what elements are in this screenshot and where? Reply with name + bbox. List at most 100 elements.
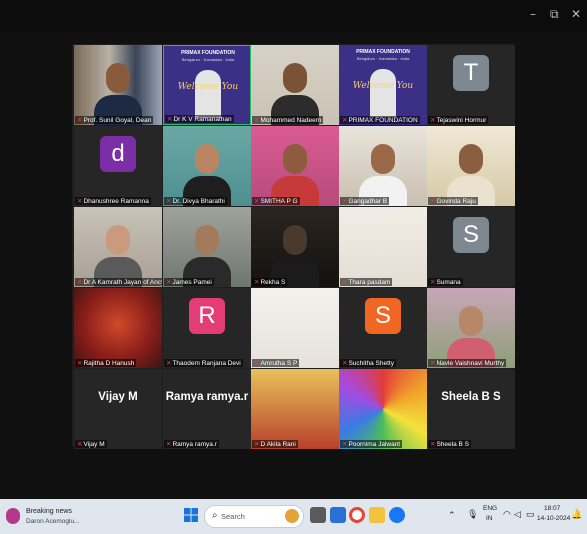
participant-tile[interactable]: ✕Dr A Kamrath Jayan of Ancy: [74, 207, 162, 287]
participant-tile[interactable]: Sheela B S ✕Sheela B S: [427, 369, 515, 449]
muted-mic-icon: ✕: [77, 198, 83, 205]
participant-name: Mohammed Nadeem: [260, 117, 322, 124]
muted-mic-icon: ✕: [342, 360, 348, 367]
participant-tile[interactable]: S ✕Sumana: [427, 207, 515, 287]
participant-name: Gangadhar B: [348, 198, 388, 205]
clock-time[interactable]: 18:07: [544, 505, 560, 512]
person-head: [283, 63, 307, 93]
participant-avatar: S: [365, 298, 401, 334]
participant-tile[interactable]: ✕Amrutha S P: [251, 288, 339, 368]
participant-tile[interactable]: ✕Mohammed Nadeem: [251, 45, 339, 125]
participant-name: Dhanushree Ramanna: [83, 198, 149, 205]
participant-name-label: ✕Suchitha Shetty: [340, 359, 396, 367]
participant-tile[interactable]: ✕Rajitha D Hanush: [74, 288, 162, 368]
participant-tile[interactable]: PRIMAX FOUNDATION Bengaluru · Karnataka ·…: [339, 45, 427, 125]
banner-welcome: Welcome You: [352, 81, 414, 91]
participant-name: SMITHA P G: [260, 198, 298, 205]
muted-mic-icon: ✕: [342, 441, 348, 448]
start-icon[interactable]: [184, 508, 198, 522]
banner-org: PRIMAX FOUNDATION: [181, 50, 235, 56]
battery-icon[interactable]: ▭: [526, 509, 535, 520]
participant-name-label: ✕Amrutha S P: [252, 359, 300, 367]
participant-tile[interactable]: ✕Prof. Sunil Goyal, Dean: [74, 45, 162, 125]
participant-tile[interactable]: ✕James Pamei: [163, 207, 251, 287]
participant-tile[interactable]: ✕Gangadhar B: [339, 126, 427, 206]
participant-name: PRIMAX FOUNDATION: [348, 117, 418, 124]
muted-mic-icon: ✕: [166, 279, 172, 286]
participant-tile[interactable]: d ✕Dhanushree Ramanna: [74, 126, 162, 206]
participant-tile[interactable]: S ✕Suchitha Shetty: [339, 288, 427, 368]
person-head: [459, 144, 483, 174]
participant-tile[interactable]: T ✕Tejaswini Hormur: [427, 45, 515, 125]
presenter-figure: [195, 70, 221, 118]
participant-video: [163, 207, 251, 287]
welcome-banner: PRIMAX FOUNDATION Bengaluru · Karnataka ·…: [164, 46, 250, 124]
participant-tile[interactable]: ✕Poornima Jalwant: [339, 369, 427, 449]
restore-button[interactable]: ⧉: [550, 7, 559, 22]
chevron-up-icon[interactable]: ⌃: [448, 510, 456, 521]
banner-tagline: Bengaluru · Karnataka · India: [181, 57, 235, 62]
participant-name: Ramya ramya.r: [172, 441, 217, 448]
participant-name-label: ✕Sumana: [428, 278, 463, 286]
person-head: [195, 225, 219, 255]
participant-tile[interactable]: ✕Navle Vaishnavi Murthy: [427, 288, 515, 368]
participant-tile[interactable]: ✕Thara pasdam: [339, 207, 427, 287]
search-input[interactable]: ⌕ Search: [204, 505, 304, 528]
muted-mic-icon: ✕: [430, 360, 436, 367]
participant-avatar: S: [453, 217, 489, 253]
participant-tile[interactable]: Vijay M ✕Vijay M: [74, 369, 162, 449]
participant-tile[interactable]: ✕SMITHA P G: [251, 126, 339, 206]
participant-name: Dr K V Ramanathan: [173, 116, 232, 123]
participant-name: D Akila Rani: [260, 441, 296, 448]
meeting-app-icon[interactable]: [389, 507, 405, 523]
participant-avatar: d: [100, 136, 136, 172]
participant-name: Govinda Raju: [436, 198, 476, 205]
participant-video: [339, 369, 427, 449]
participant-tile[interactable]: PRIMAX FOUNDATION Bengaluru · Karnataka ·…: [163, 45, 251, 125]
zoom-app-icon[interactable]: [330, 507, 346, 523]
participant-tile[interactable]: ✕Dr. Divya Bharathi: [163, 126, 251, 206]
taskbar: Breaking news Daron Acemoglu... ⌕ Search…: [0, 499, 587, 534]
participant-video: [251, 45, 339, 125]
task-view-icon[interactable]: [310, 507, 326, 523]
participant-tile[interactable]: ✕D Akila Rani: [251, 369, 339, 449]
participant-display-name: Sheela B S: [441, 391, 501, 403]
participant-name-label: ✕D Akila Rani: [252, 440, 298, 448]
minimize-button[interactable]: –: [530, 7, 536, 21]
participant-tile[interactable]: ✕Govinda Raju: [427, 126, 515, 206]
participant-name-label: ✕Thara pasdam: [340, 278, 393, 286]
notification-bell-icon[interactable]: 🔔: [571, 509, 582, 520]
language-bottom[interactable]: IN: [486, 515, 493, 522]
volume-icon[interactable]: ◁: [514, 509, 521, 520]
muted-mic-icon: ✕: [430, 117, 436, 124]
wifi-icon[interactable]: ◠: [503, 509, 511, 520]
muted-mic-icon: ✕: [342, 279, 348, 286]
file-explorer-icon[interactable]: [369, 507, 385, 523]
participant-name: Suchitha Shetty: [348, 360, 394, 367]
muted-mic-icon: ✕: [342, 117, 348, 124]
banner-tagline: Bengaluru · Karnataka · India: [356, 56, 410, 61]
close-button[interactable]: ✕: [571, 7, 581, 21]
chrome-icon[interactable]: [349, 507, 365, 523]
participant-name: Prof. Sunil Goyal, Dean: [83, 117, 152, 124]
news-title: Breaking news: [26, 508, 72, 515]
muted-mic-icon: ✕: [77, 117, 83, 124]
participant-name: Dr. Divya Bharathi: [172, 198, 225, 205]
weather-news-widget[interactable]: Breaking news Daron Acemoglu...: [4, 502, 94, 532]
language-top[interactable]: ENG: [483, 505, 497, 512]
participant-tile[interactable]: Ramya ramya.r ✕Ramya ramya.r: [163, 369, 251, 449]
clock-date[interactable]: 14-10-2024: [537, 515, 570, 522]
participant-name: Thara pasdam: [348, 279, 391, 286]
muted-mic-icon: ✕: [166, 441, 172, 448]
participant-tile[interactable]: ✕Rekha S: [251, 207, 339, 287]
mic-tray-icon[interactable]: 🎙: [467, 509, 478, 520]
muted-mic-icon: ✕: [77, 279, 83, 286]
participant-name-label: ✕SMITHA P G: [252, 197, 300, 205]
presenter-figure: [370, 69, 396, 117]
participant-name: Thaodem Ranjana Devi: [172, 360, 241, 367]
participant-name-label: ✕James Pamei: [164, 278, 214, 286]
participant-tile[interactable]: R ✕Thaodem Ranjana Devi: [163, 288, 251, 368]
participant-avatar: R: [189, 298, 225, 334]
person-head: [371, 144, 395, 174]
muted-mic-icon: ✕: [77, 441, 83, 448]
